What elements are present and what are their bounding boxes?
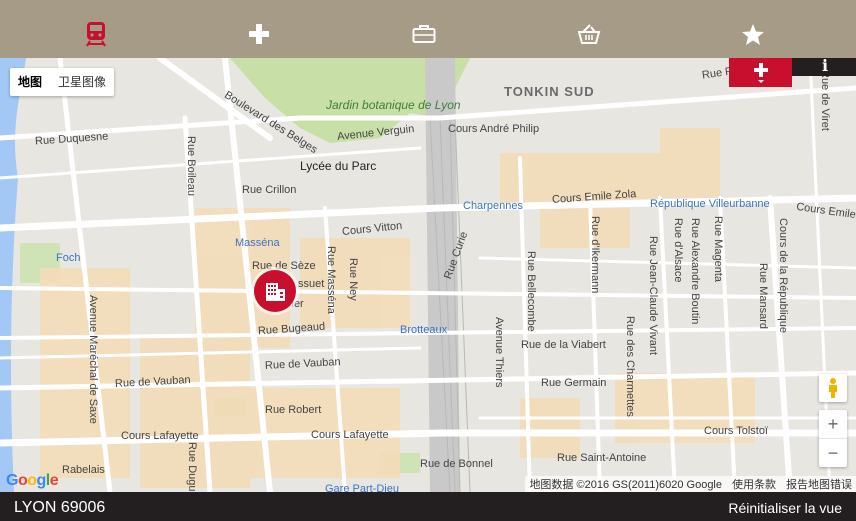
hotel-marker[interactable] bbox=[254, 270, 296, 312]
street-label: Rue de la Viabert bbox=[521, 339, 606, 351]
shopping-basket-icon bbox=[577, 24, 601, 44]
street-label: Rue Bellecombe bbox=[525, 251, 537, 332]
street-label: Cours de la République bbox=[777, 218, 789, 333]
street-label: Rue des Charmettes bbox=[624, 316, 636, 417]
plus-icon bbox=[753, 62, 768, 83]
zoom-control: + − bbox=[819, 410, 847, 467]
report-error-link[interactable]: 报告地图错误 bbox=[786, 476, 852, 492]
briefcase-icon bbox=[412, 25, 436, 43]
street-label: ssuet bbox=[298, 278, 325, 290]
street-view-pegman[interactable] bbox=[819, 374, 847, 402]
address-label: LYON 69006 bbox=[14, 499, 106, 516]
poi-label: Lycée du Parc bbox=[300, 159, 377, 173]
map-type-map-button[interactable]: 地图 bbox=[10, 68, 50, 96]
metro-label: Foch bbox=[56, 252, 81, 264]
street-label: Cours Lafayette bbox=[121, 430, 199, 442]
street-label: Rue Magenta bbox=[712, 216, 724, 283]
street-label: Avenue Maréchal de Saxe bbox=[87, 295, 99, 424]
street-label: Rue Dugu bbox=[186, 442, 198, 492]
street-label: Rue Boileau bbox=[185, 136, 197, 196]
category-row bbox=[0, 10, 856, 58]
street-label: Rue de Sèze bbox=[252, 260, 316, 272]
reset-view-link[interactable]: Réinitialiser la vue bbox=[728, 500, 842, 516]
street-label: Rue Masséna bbox=[325, 246, 337, 314]
street-label: Rue Germain bbox=[541, 377, 607, 389]
street-label: Rue Robert bbox=[265, 404, 322, 416]
map-footer: LYON 69006 Réinitialiser la vue bbox=[0, 492, 856, 521]
street-label: Rue de Bonnel bbox=[420, 458, 493, 470]
google-logo: Google bbox=[6, 472, 59, 489]
add-filter-button[interactable] bbox=[729, 58, 792, 87]
zoom-out-button[interactable]: − bbox=[819, 439, 847, 467]
info-button[interactable]: i bbox=[792, 58, 856, 76]
star-icon bbox=[742, 23, 764, 45]
train-icon bbox=[86, 22, 106, 47]
map-canvas[interactable]: TONKIN SUD Jardin botanique de Lyon Boul… bbox=[0, 58, 856, 492]
street-label: Rue Alexandre Boutin bbox=[689, 218, 701, 325]
hotel-building-icon bbox=[266, 283, 285, 301]
street-label: Avenue Thiers bbox=[493, 317, 505, 388]
district-label: TONKIN SUD bbox=[504, 84, 595, 99]
station-label: Gare Part-Dieu bbox=[325, 483, 399, 493]
metro-label: Brotteaux bbox=[400, 324, 448, 336]
metro-label: Charpennes bbox=[463, 200, 523, 212]
terms-link[interactable]: 使用条款 bbox=[732, 476, 776, 492]
info-icon: i bbox=[822, 58, 829, 75]
street-label: Rue Jean-Claude Vivant bbox=[647, 236, 659, 356]
street-label: Rue Ney bbox=[347, 258, 359, 301]
category-transport[interactable] bbox=[66, 10, 126, 58]
map-data-attribution: 地图数据 ©2016 GS(2011)6020 Google bbox=[529, 479, 722, 491]
street-label: Cours Tolstoï bbox=[704, 425, 768, 437]
street-label: Rue de Viret bbox=[819, 70, 831, 131]
map-type-satellite-button[interactable]: 卫星图像 bbox=[50, 68, 114, 96]
metro-label: Masséna bbox=[235, 237, 280, 249]
street-label: Rue Mansard bbox=[757, 263, 769, 330]
medical-cross-icon bbox=[249, 24, 269, 44]
street-label: Rue d'Alsace bbox=[672, 218, 684, 283]
street-label: Rue Saint-Antoine bbox=[557, 452, 647, 464]
street-label: Cours André Philip bbox=[448, 123, 540, 135]
street-label: Rue d'Ikermann bbox=[589, 216, 601, 294]
zoom-in-button[interactable]: + bbox=[819, 410, 847, 439]
category-bar bbox=[0, 0, 856, 58]
street-label: Rue Crillon bbox=[242, 184, 297, 196]
park-label: Jardin botanique de Lyon bbox=[326, 98, 461, 112]
street-label: Rabelais bbox=[62, 464, 105, 476]
map-type-control: 地图 卫星图像 bbox=[10, 68, 115, 96]
metro-label: République Villeurbanne bbox=[650, 198, 770, 210]
category-shopping[interactable] bbox=[559, 10, 619, 58]
category-health[interactable] bbox=[229, 10, 289, 58]
category-business[interactable] bbox=[394, 10, 454, 58]
street-label: Cours Lafayette bbox=[311, 429, 389, 441]
category-favorites[interactable] bbox=[723, 10, 783, 58]
pegman-icon bbox=[829, 378, 837, 398]
map-attribution: 地图数据 ©2016 GS(2011)6020 Google 使用条款 报告地图… bbox=[525, 476, 856, 492]
